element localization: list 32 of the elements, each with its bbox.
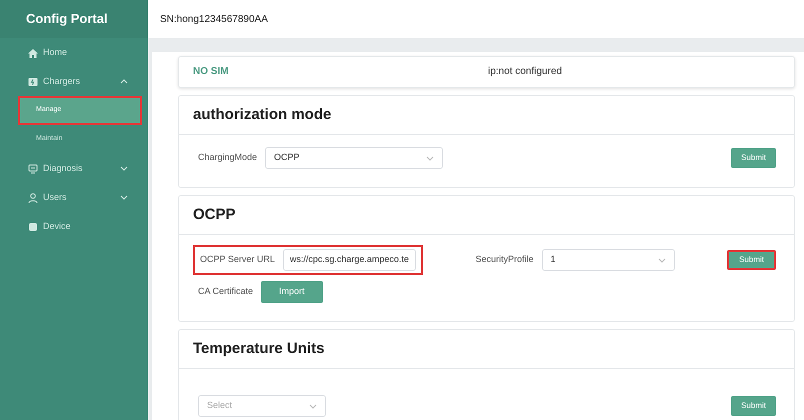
user-icon	[28, 192, 38, 202]
field-label: CA Certificate	[198, 285, 254, 298]
submit-button[interactable]: Submit	[731, 396, 776, 416]
sim-status: NO SIM	[193, 66, 230, 78]
sidebar-item[interactable]: Home	[18, 38, 142, 67]
charger-icon	[28, 76, 38, 86]
sidebar-item[interactable]: Chargers	[18, 67, 142, 96]
url-field[interactable]: ws://cpc.sg.charge.ampeco.te	[282, 249, 416, 271]
submit-button[interactable]: Submit	[727, 250, 776, 270]
select-field[interactable]: OCPP	[265, 147, 444, 169]
sidebar-item[interactable]: Users	[18, 183, 142, 212]
import-button[interactable]: Import	[261, 281, 323, 303]
square-icon	[28, 222, 38, 232]
field-label: SecurityProfile	[475, 253, 534, 266]
monitor-icon	[28, 164, 38, 174]
serial-number: SN:hong1234567890AA	[160, 12, 268, 26]
home-icon	[28, 48, 38, 58]
field-label: ChargingMode	[198, 151, 258, 164]
card-title: authorization mode	[179, 96, 794, 135]
chevron-down-icon	[426, 156, 434, 160]
chevron-down-icon	[309, 404, 317, 408]
sidebar-item[interactable]: Device	[18, 212, 142, 241]
field-label: OCPP Server URL	[200, 253, 275, 266]
select-field[interactable]: Select	[198, 395, 326, 417]
select-field[interactable]: 1	[542, 249, 675, 271]
ip-status: ip:not configured	[488, 66, 562, 78]
sidebar-item[interactable]: Diagnosis	[18, 154, 142, 183]
app-title: Config Portal	[0, 0, 148, 38]
card-title: OCPP	[179, 196, 794, 235]
chevron-down-icon	[658, 258, 666, 262]
card-title: Temperature Units	[179, 330, 794, 369]
submit-button[interactable]: Submit	[731, 148, 776, 168]
